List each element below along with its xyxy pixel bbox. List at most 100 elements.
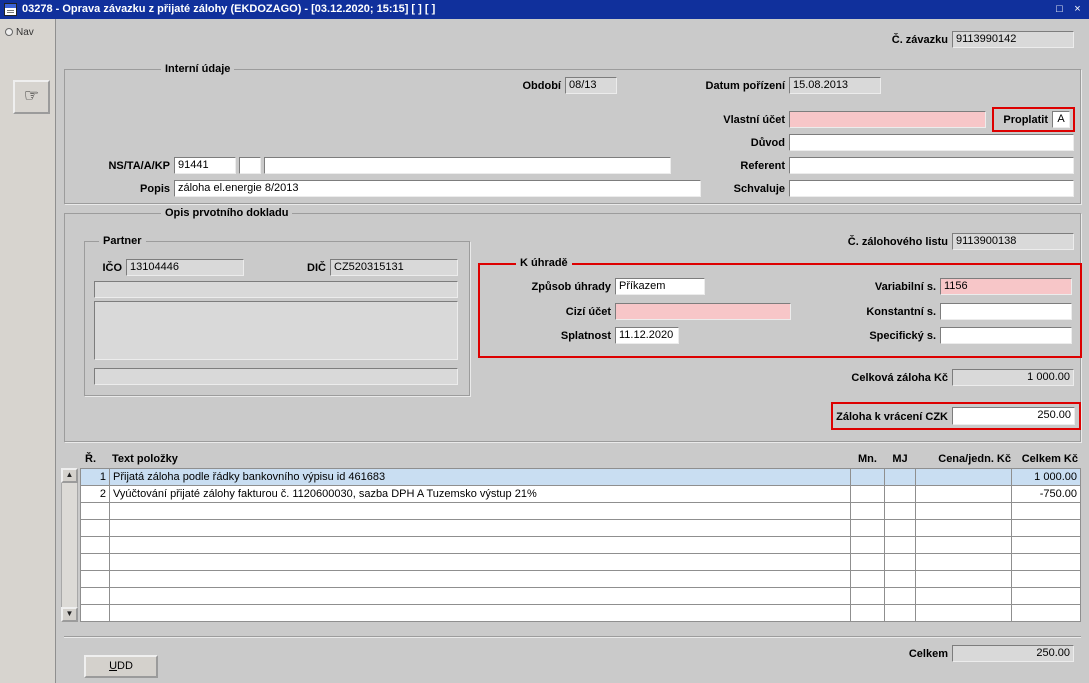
table-cell-celkem[interactable] [1012,554,1080,570]
variabilni-field[interactable]: 1156 [940,278,1072,295]
table-cell-cena[interactable] [916,503,1011,519]
table-cell-text[interactable]: Vyúčtování přijaté zálohy fakturou č. 11… [110,486,850,502]
splatnost-label: Splatnost [560,330,611,342]
table-cell-text[interactable] [110,605,850,621]
table-cell-r[interactable]: 1 [81,469,109,485]
col-header-mn: Mn. [858,453,877,465]
referent-label: Referent [740,160,785,172]
table-cell-mn[interactable] [851,537,884,553]
table-cell-mn[interactable] [851,486,884,502]
table-cell-mn[interactable] [851,503,884,519]
nav-icon [5,28,13,36]
table-cell-cena[interactable] [916,554,1011,570]
table-cell-r[interactable] [81,537,109,553]
table-cell-mn[interactable] [851,469,884,485]
table-cell-mn[interactable] [851,571,884,587]
table-cell-mn[interactable] [851,520,884,536]
table-cell-text[interactable] [110,537,850,553]
table-cell-cena[interactable] [916,469,1011,485]
table-cell-r[interactable] [81,554,109,570]
app-icon [4,3,17,16]
popis-label: Popis [140,183,170,195]
duvod-label: Důvod [750,137,785,149]
popis-field[interactable]: záloha el.energie 8/2013 [174,180,701,197]
table-scroll-up-icon[interactable]: ▲ [61,468,78,483]
col-header-cena: Cena/jedn. Kč [938,453,1011,465]
proplatit-field[interactable]: A [1052,111,1070,128]
frame-k-uhrade-title: K úhradě [516,256,572,270]
frame-interni-udaje-title: Interní údaje [161,62,235,76]
zaloha-vraceni-label: Záloha k vrácení CZK [836,411,948,423]
referent-field[interactable] [789,157,1074,174]
table-cell-mj[interactable] [885,588,915,604]
table-cell-mn[interactable] [851,588,884,604]
table-cell-text[interactable] [110,503,850,519]
schvaluje-field[interactable] [789,180,1074,197]
ns-field-2[interactable] [239,157,261,174]
table-cell-celkem[interactable] [1012,605,1080,621]
table-cell-cena[interactable] [916,588,1011,604]
table-cell-celkem[interactable] [1012,520,1080,536]
table-cell-mj[interactable] [885,571,915,587]
vlastni-ucet-field[interactable] [789,111,986,128]
udd-button[interactable]: UDD [84,655,158,678]
zpusob-uhrady-field[interactable]: Příkazem [615,278,705,295]
nav-tab[interactable]: Nav [5,27,34,38]
table-cell-r[interactable]: 2 [81,486,109,502]
table-cell-mn[interactable] [851,605,884,621]
table-cell-r[interactable] [81,503,109,519]
close-icon[interactable]: × [1070,2,1085,17]
schvaluje-label: Schvaluje [733,183,785,195]
table-cell-celkem[interactable] [1012,571,1080,587]
frame-opis-dokladu-title: Opis prvotního dokladu [161,206,293,220]
table-cell-celkem[interactable]: 1 000.00 [1012,469,1080,485]
duvod-field[interactable] [789,134,1074,151]
table-cell-celkem[interactable] [1012,537,1080,553]
frame-partner-title: Partner [99,234,146,248]
ico-label: IČO [102,262,122,274]
obdobi-label: Období [522,80,562,92]
table-scrollbar-track[interactable] [61,468,78,622]
zavazek-label: Č. závazku [891,34,948,46]
table-cell-cena[interactable] [916,571,1011,587]
table-cell-mj[interactable] [885,469,915,485]
hand-tool-button[interactable]: ☞ [13,80,50,114]
app-window: 03278 - Oprava závazku z přijaté zálohy … [0,0,1089,683]
table-cell-celkem[interactable] [1012,588,1080,604]
table-cell-mj[interactable] [885,520,915,536]
table-cell-r[interactable] [81,571,109,587]
table-cell-r[interactable] [81,520,109,536]
table-scroll-down-icon[interactable]: ▼ [61,607,78,622]
table-cell-cena[interactable] [916,605,1011,621]
table-cell-cena[interactable] [916,486,1011,502]
table-cell-mj[interactable] [885,605,915,621]
obdobi-field: 08/13 [565,77,617,94]
cizi-ucet-field[interactable] [615,303,791,320]
splatnost-field[interactable]: 11.12.2020 [615,327,679,344]
table-cell-text[interactable]: Přijatá záloha podle řádky bankovního vý… [110,469,850,485]
table-cell-celkem[interactable]: -750.00 [1012,486,1080,502]
table-cell-text[interactable] [110,588,850,604]
table-cell-r[interactable] [81,605,109,621]
ns-field-3[interactable] [264,157,671,174]
celkem-field: 250.00 [952,645,1074,662]
dic-label: DIČ [307,262,326,274]
table-cell-mj[interactable] [885,503,915,519]
col-header-text: Text položky [112,453,178,465]
table-cell-celkem[interactable] [1012,503,1080,519]
nav-label: Nav [16,27,34,38]
table-cell-text[interactable] [110,571,850,587]
specificky-field[interactable] [940,327,1072,344]
table-cell-cena[interactable] [916,537,1011,553]
table-cell-mj[interactable] [885,537,915,553]
ns-field-1[interactable]: 91441 [174,157,236,174]
table-cell-cena[interactable] [916,520,1011,536]
konstantni-field[interactable] [940,303,1072,320]
table-cell-r[interactable] [81,588,109,604]
table-cell-mj[interactable] [885,486,915,502]
table-cell-mn[interactable] [851,554,884,570]
table-cell-text[interactable] [110,520,850,536]
table-cell-text[interactable] [110,554,850,570]
restore-icon[interactable]: □ [1052,2,1067,17]
table-cell-mj[interactable] [885,554,915,570]
